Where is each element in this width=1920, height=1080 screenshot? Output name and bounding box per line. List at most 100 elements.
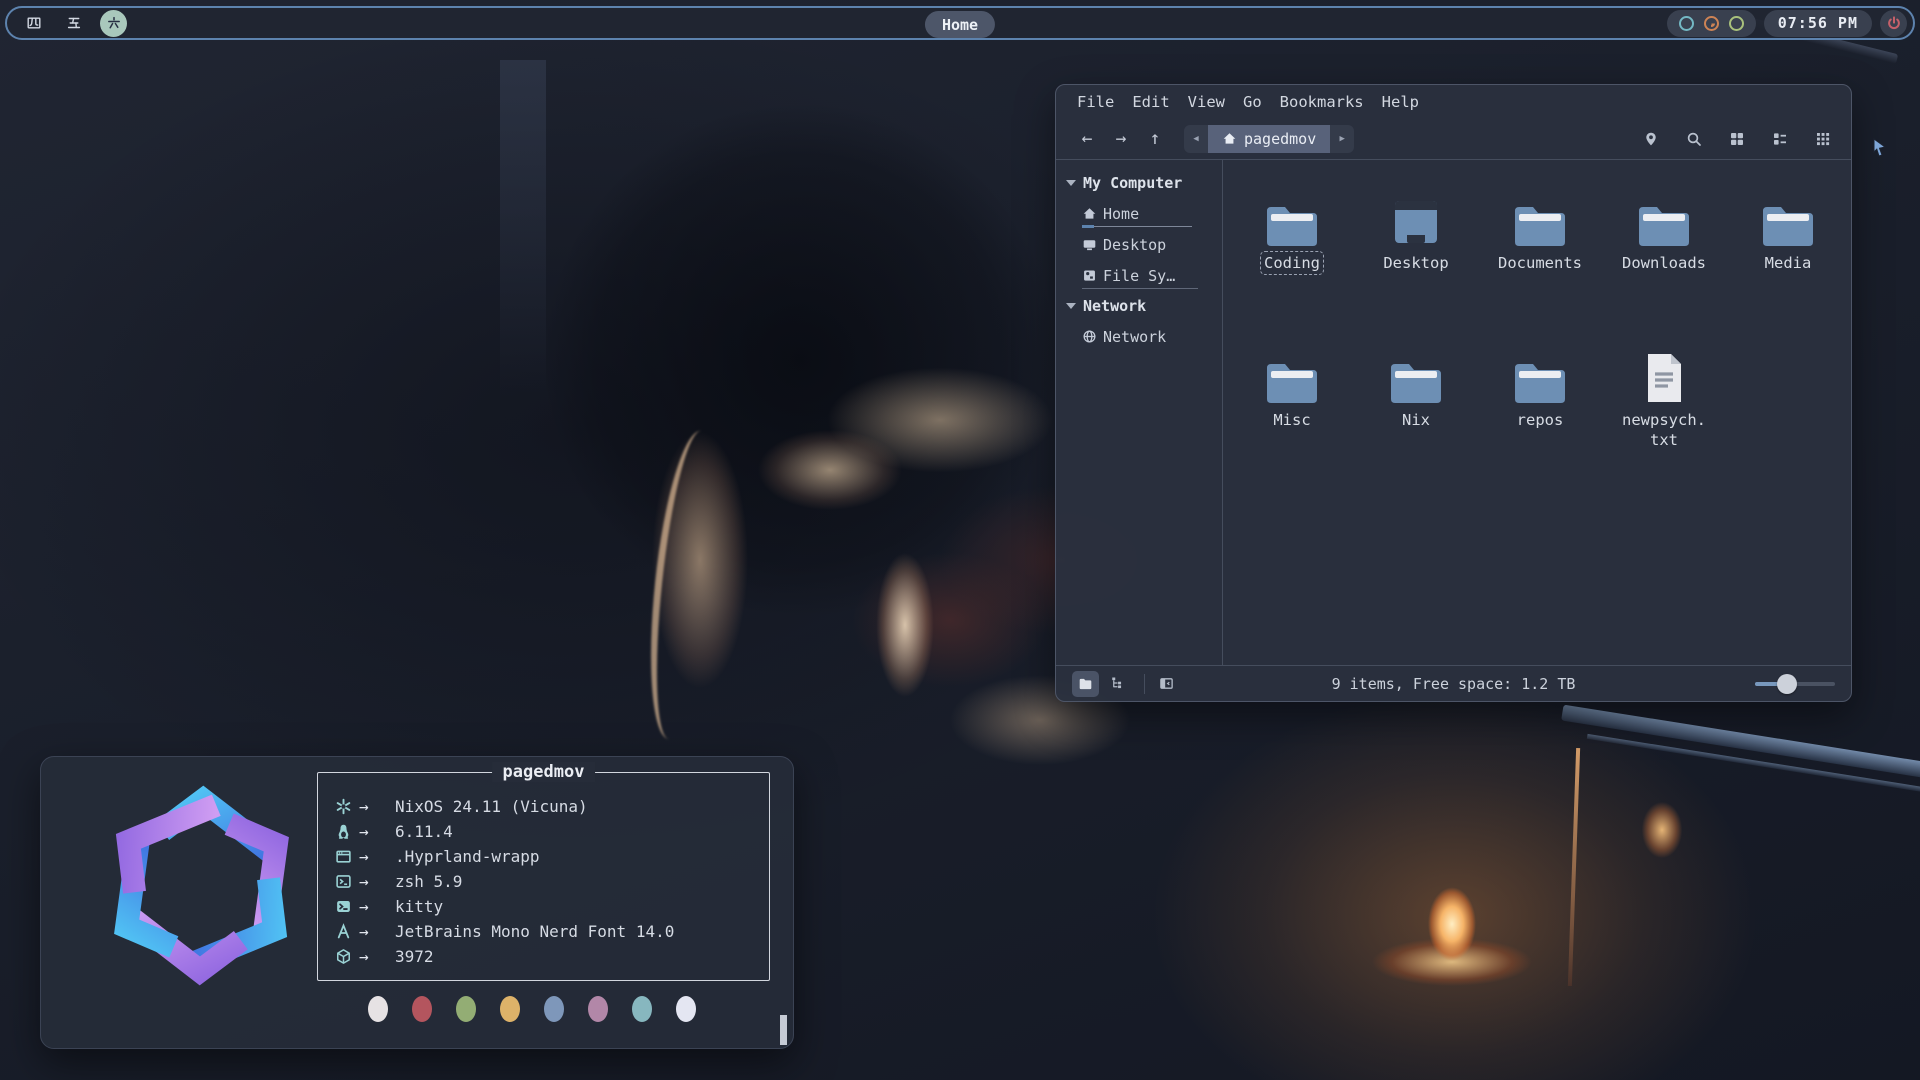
back-button[interactable]: ← [1070, 128, 1104, 149]
places-pane-button[interactable] [1072, 671, 1099, 697]
clock[interactable]: 07:56 PM [1764, 10, 1872, 37]
section-label: Network [1083, 297, 1146, 315]
globe-icon [1082, 329, 1097, 344]
palette-dot [456, 996, 476, 1022]
wallpaper-hair-strand [639, 428, 731, 743]
file-item-newpsych-txt[interactable]: newpsych.txt [1602, 348, 1726, 505]
workspace-5[interactable] [60, 10, 87, 37]
folder-icon [1512, 356, 1568, 404]
power-icon [1886, 15, 1902, 31]
up-button[interactable]: ↑ [1138, 128, 1172, 149]
menu-file[interactable]: File [1068, 93, 1123, 111]
places-sidebar: My Computer Home Desktop [1056, 160, 1223, 665]
file-item-media[interactable]: Media [1726, 191, 1850, 348]
tree-pane-button[interactable] [1104, 671, 1131, 697]
zoom-slider-knob[interactable] [1777, 674, 1797, 694]
sidebar-item-network[interactable]: Network [1082, 321, 1202, 352]
path-next-button[interactable]: ▶ [1330, 125, 1354, 153]
wallpaper-lantern-edge [1568, 748, 1580, 986]
fetch-arrow: → [359, 822, 395, 841]
compact-view-button[interactable] [1815, 131, 1831, 147]
desktop: Home 07:56 PM File Edit [0, 0, 1920, 1080]
desktop-folder-icon [1393, 199, 1439, 247]
active-window-title[interactable]: Home [925, 11, 995, 38]
menu-go[interactable]: Go [1234, 93, 1271, 111]
file-label: Media [1765, 253, 1812, 273]
list-view-button[interactable] [1772, 131, 1788, 147]
menu-help[interactable]: Help [1373, 93, 1428, 111]
orange-pie-indicator[interactable] [1704, 16, 1719, 31]
file-label: Documents [1498, 253, 1582, 273]
sidebar-item-file-system[interactable]: File Sy… [1082, 260, 1202, 291]
mouse-cursor [1872, 138, 1888, 158]
sidebar-item-home[interactable]: Home [1082, 198, 1202, 229]
file-manager-window: File Edit View Go Bookmarks Help ← → ↑ ◀… [1055, 84, 1852, 702]
terminal-icon [335, 898, 352, 915]
file-item-desktop[interactable]: Desktop [1354, 191, 1478, 348]
sidebar-section-network[interactable]: Network [1066, 291, 1222, 321]
fetch-arrow: → [359, 797, 395, 816]
fetch-row-shell: → zsh 5.9 [318, 869, 769, 894]
palette-dot [544, 996, 564, 1022]
forward-button[interactable]: → [1104, 128, 1138, 149]
file-item-nix[interactable]: Nix [1354, 348, 1478, 505]
location-pin-button[interactable] [1643, 131, 1659, 147]
desktop-icon [1082, 237, 1097, 252]
folder-pane-icon [1078, 676, 1093, 691]
fetch-info-box: pagedmov → NixOS 24.11 (Vicuna) → 6.11.4 [317, 772, 770, 981]
file-item-misc[interactable]: Misc [1230, 348, 1354, 505]
folder-icon [1636, 199, 1692, 247]
expander-icon[interactable] [1066, 180, 1076, 186]
toolbar: ← → ↑ ◀ pagedmov ▶ [1056, 118, 1851, 160]
green-ring-indicator[interactable] [1729, 16, 1744, 31]
status-summary: 9 items, Free space: 1.2 TB [1332, 675, 1576, 693]
path-prev-button[interactable]: ◀ [1184, 125, 1208, 153]
menu-view[interactable]: View [1179, 93, 1234, 111]
search-button[interactable] [1686, 131, 1702, 147]
fetch-row-os: → NixOS 24.11 (Vicuna) [318, 794, 769, 819]
terminal-color-palette [368, 996, 696, 1022]
file-item-documents[interactable]: Documents [1478, 191, 1602, 348]
sidebar-section-my-computer[interactable]: My Computer [1066, 168, 1222, 198]
sidebar-item-label: Network [1103, 328, 1166, 346]
file-item-repos[interactable]: repos [1478, 348, 1602, 505]
file-label: repos [1517, 410, 1564, 430]
expander-icon[interactable] [1066, 303, 1076, 309]
side-panel-toggle-button[interactable] [1153, 671, 1180, 697]
top-bar: Home 07:56 PM [5, 6, 1915, 40]
file-item-coding[interactable]: Coding [1230, 191, 1354, 348]
folder-icon [1264, 356, 1320, 404]
side-panel-icon [1159, 676, 1174, 691]
menu-bookmarks[interactable]: Bookmarks [1271, 93, 1373, 111]
fetch-terminal-value: kitty [395, 897, 443, 916]
zoom-slider[interactable] [1755, 671, 1835, 697]
teal-ring-indicator[interactable] [1679, 16, 1694, 31]
file-label: Downloads [1622, 253, 1706, 273]
fetch-row-packages: → 3972 [318, 944, 769, 969]
path-current-tab[interactable]: pagedmov [1208, 125, 1330, 153]
palette-dot [632, 996, 652, 1022]
icon-view-button[interactable] [1729, 131, 1745, 147]
linux-icon [335, 823, 352, 840]
fetch-arrow: → [359, 897, 395, 916]
wm-icon [335, 848, 352, 865]
fetch-arrow: → [359, 947, 395, 966]
sidebar-item-desktop[interactable]: Desktop [1082, 229, 1202, 260]
nixos-logo [99, 783, 304, 988]
power-button[interactable] [1880, 10, 1907, 37]
text-file-icon [1643, 352, 1685, 404]
workspace-4[interactable] [20, 10, 47, 37]
fetch-row-kernel: → 6.11.4 [318, 819, 769, 844]
workspace-6[interactable] [100, 10, 127, 37]
menu-edit[interactable]: Edit [1123, 93, 1178, 111]
fetch-packages-value: 3972 [395, 947, 434, 966]
shell-icon [335, 873, 352, 890]
status-indicators[interactable] [1667, 10, 1756, 37]
font-icon [335, 923, 352, 940]
palette-dot [588, 996, 608, 1022]
status-separator [1144, 674, 1145, 694]
fetch-font-value: JetBrains Mono Nerd Font 14.0 [395, 922, 674, 941]
file-item-downloads[interactable]: Downloads [1602, 191, 1726, 348]
fetch-row-wm: → .Hyprland-wrapp [318, 844, 769, 869]
fetch-arrow: → [359, 872, 395, 891]
